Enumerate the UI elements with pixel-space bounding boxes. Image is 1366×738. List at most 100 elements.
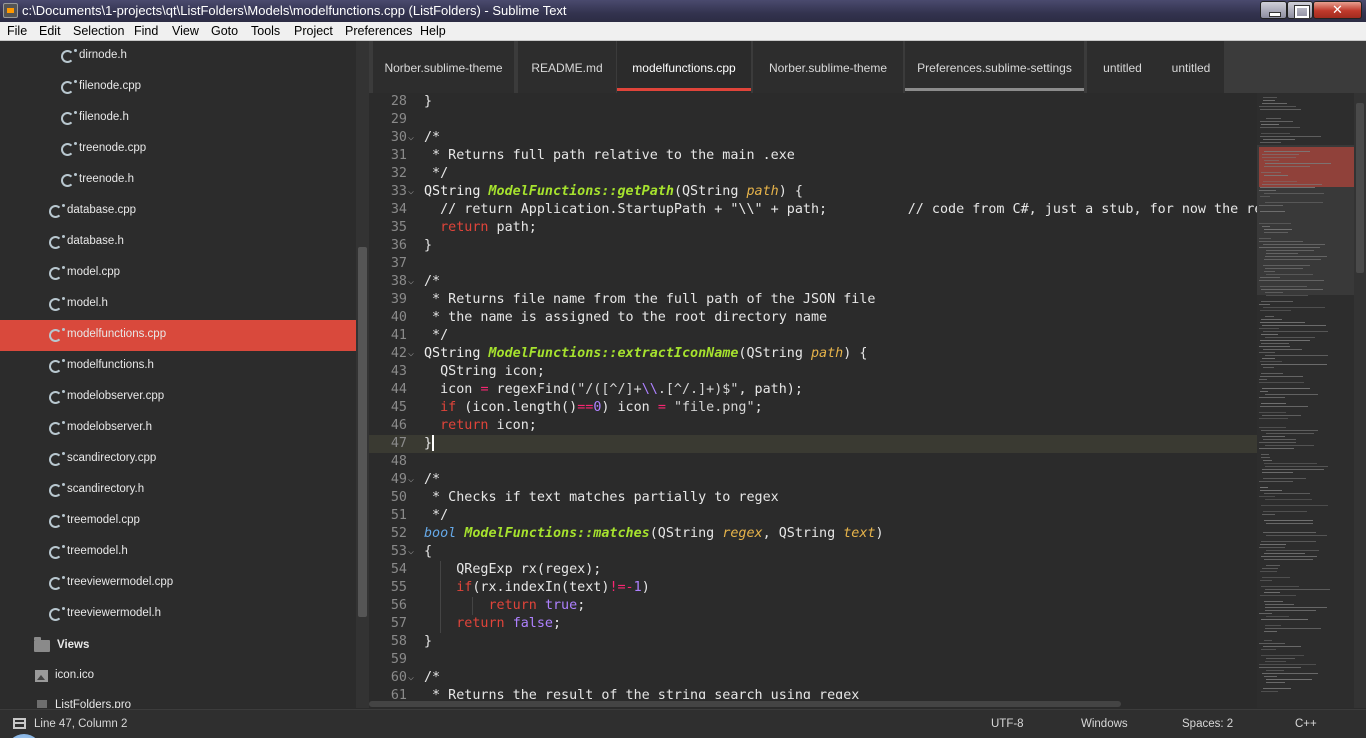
sidebar-item-database-h[interactable]: database.h xyxy=(0,227,356,258)
c-file-icon xyxy=(61,143,74,156)
sidebar-item-treemodel-h[interactable]: treemodel.h xyxy=(0,537,356,568)
sidebar-folder-views[interactable]: Views xyxy=(0,631,356,662)
minimap-line xyxy=(1260,136,1321,137)
sidebar-item-treeviewermodel-cpp[interactable]: treeviewermodel.cpp xyxy=(0,568,356,599)
sidebar-scrollbar[interactable] xyxy=(356,41,369,708)
code-line: 57 return false; xyxy=(390,615,562,633)
c-file-icon xyxy=(49,391,62,404)
editor-vertical-scrollbar[interactable] xyxy=(1354,93,1366,708)
minimap-line xyxy=(1265,589,1330,590)
sidebar-scrollbar-thumb[interactable] xyxy=(358,247,367,617)
minimap-line xyxy=(1259,412,1286,413)
sidebar-item-dirnode-h[interactable]: dirnode.h xyxy=(0,41,356,72)
menu-find[interactable]: Find xyxy=(134,24,158,38)
minimize-button[interactable] xyxy=(1260,1,1287,19)
tab-norber-theme-2[interactable]: Norber.sublime-theme xyxy=(753,41,903,93)
sidebar-item-database-cpp[interactable]: database.cpp xyxy=(0,196,356,227)
horizontal-scrollbar-thumb[interactable] xyxy=(369,701,1121,707)
sidebar-item-treenode-cpp[interactable]: treenode.cpp xyxy=(0,134,356,165)
minimap-line xyxy=(1261,430,1318,431)
sidebar-item-listfolders-pro[interactable]: ListFolders.pro xyxy=(0,691,356,708)
cursor-position: Line 47, Column 2 xyxy=(34,718,128,730)
menu-edit[interactable]: Edit xyxy=(39,24,61,38)
minimap-line xyxy=(1259,397,1285,398)
code-line: 35 return path; xyxy=(390,220,537,235)
sidebar-item-scandirectory-h[interactable]: scandirectory.h xyxy=(0,475,356,506)
code-line: 30 ⌵/* xyxy=(390,130,441,145)
menu-project[interactable]: Project xyxy=(294,24,333,38)
code-line: 32 */ xyxy=(390,166,449,181)
indentation-indicator[interactable]: Spaces: 2 xyxy=(1182,718,1233,730)
project-file-icon xyxy=(37,700,47,708)
code-editor[interactable]: 28} 29 30 ⌵/* 31 * Returns full path rela… xyxy=(369,93,1257,699)
menu-selection[interactable]: Selection xyxy=(73,24,124,38)
window-title: c:\Documents\1-projects\qt\ListFolders\M… xyxy=(22,3,567,18)
code-line: 55 if(rx.indexIn(text)!=-1) xyxy=(390,579,650,597)
code-line: 52 bool ModelFunctions::matches(QString r… xyxy=(390,526,884,541)
menu-preferences[interactable]: Preferences xyxy=(345,24,412,38)
minimap-line xyxy=(1266,118,1281,119)
sidebar-item-model-cpp[interactable]: model.cpp xyxy=(0,258,356,289)
menu-help[interactable]: Help xyxy=(420,24,446,38)
tab-untitled-2[interactable]: untitled xyxy=(1158,41,1224,93)
code-line: 46 return icon; xyxy=(390,418,537,433)
start-orb-icon[interactable] xyxy=(6,734,42,738)
sidebar-item-label: modelobserver.cpp xyxy=(67,390,165,402)
maximize-button[interactable] xyxy=(1287,1,1313,19)
minimap-line xyxy=(1265,268,1303,269)
minimap-line xyxy=(1265,604,1294,605)
tab-readme[interactable]: README.md xyxy=(518,41,616,93)
c-file-icon xyxy=(49,267,62,280)
sidebar-item-treeviewermodel-h[interactable]: treeviewermodel.h xyxy=(0,599,356,630)
sidebar-item-scandirectory-cpp[interactable]: scandirectory.cpp xyxy=(0,444,356,475)
tab-norber-theme-1[interactable]: Norber.sublime-theme xyxy=(373,41,514,93)
minimap[interactable] xyxy=(1257,93,1366,708)
minimap-line xyxy=(1264,493,1310,494)
sidebar-item-treenode-h[interactable]: treenode.h xyxy=(0,165,356,196)
sidebar-item-modelfunctions-cpp[interactable]: modelfunctions.cpp xyxy=(0,320,356,351)
sidebar-item-label: scandirectory.h xyxy=(67,483,145,495)
code-line: 33 ⌵ QString ModelFunctions::getPath(QStri… xyxy=(390,184,803,199)
minimap-line xyxy=(1262,472,1293,473)
minimap-line xyxy=(1260,310,1291,311)
minimap-line xyxy=(1263,181,1297,182)
sidebar-item-model-h[interactable]: model.h xyxy=(0,289,356,320)
sidebar-item-icon-ico[interactable]: icon.ico xyxy=(0,661,356,692)
code-line: 59 xyxy=(390,652,407,667)
minimap-line xyxy=(1266,658,1295,659)
tab-modelfunctions-cpp[interactable]: modelfunctions.cpp xyxy=(617,41,751,93)
fold-arrow-icon: ⌵ xyxy=(408,474,415,485)
panel-toggle-icon[interactable] xyxy=(13,718,26,729)
c-file-icon xyxy=(61,50,74,63)
encoding-indicator[interactable]: UTF-8 xyxy=(991,718,1024,730)
line-endings-indicator[interactable]: Windows xyxy=(1081,718,1128,730)
vertical-scrollbar-thumb[interactable] xyxy=(1356,103,1364,273)
sidebar-item-label: icon.ico xyxy=(55,669,94,681)
menu-view[interactable]: View xyxy=(172,24,199,38)
minimap-line xyxy=(1259,352,1275,353)
close-button[interactable] xyxy=(1313,1,1362,19)
minimap-line xyxy=(1260,580,1272,581)
tab-preferences-settings[interactable]: Preferences.sublime-settings xyxy=(905,41,1084,93)
c-file-icon xyxy=(61,81,74,94)
tab-untitled-1[interactable]: untitled xyxy=(1087,41,1158,93)
tab-label: Norber.sublime-theme xyxy=(384,61,503,75)
menu-file[interactable]: File xyxy=(7,24,27,38)
menu-bar: File Edit Selection Find View Goto Tools… xyxy=(0,22,1366,41)
menu-goto[interactable]: Goto xyxy=(211,24,238,38)
sidebar-item-modelobserver-h[interactable]: modelobserver.h xyxy=(0,413,356,444)
sidebar-item-label: modelfunctions.cpp xyxy=(67,328,167,340)
minimap-line xyxy=(1260,595,1296,596)
menu-tools[interactable]: Tools xyxy=(251,24,280,38)
editor-horizontal-scrollbar[interactable] xyxy=(369,699,1257,709)
syntax-indicator[interactable]: C++ xyxy=(1295,718,1317,730)
sidebar-item-modelfunctions-h[interactable]: modelfunctions.h xyxy=(0,351,356,382)
sidebar-item-filenode-cpp[interactable]: filenode.cpp xyxy=(0,72,356,103)
code-line: 28} xyxy=(390,94,433,109)
code-line: 50 * Checks if text matches partially to… xyxy=(390,490,779,505)
sidebar-item-filenode-h[interactable]: filenode.h xyxy=(0,103,356,134)
sidebar-item-treemodel-cpp[interactable]: treemodel.cpp xyxy=(0,506,356,537)
text-caret xyxy=(432,435,435,451)
minimap-line xyxy=(1260,277,1280,278)
sidebar-item-modelobserver-cpp[interactable]: modelobserver.cpp xyxy=(0,382,356,413)
